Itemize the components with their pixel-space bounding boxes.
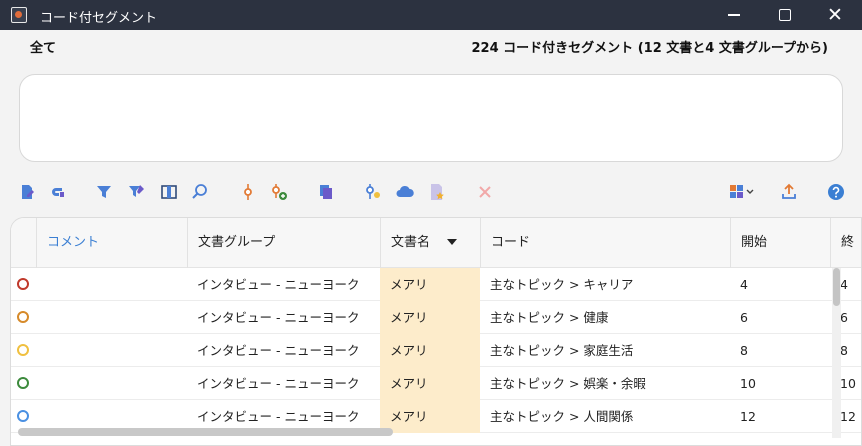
code-color-marker-icon [17,377,29,389]
link-button[interactable] [46,180,70,204]
cloud-icon [396,185,414,197]
copy-icon [320,185,332,199]
cell-code: 主なトピック > 健康 [490,310,609,325]
comment-text-area[interactable] [19,74,843,162]
column-header-document-group[interactable]: 文書グループ [187,218,380,268]
cell-code: 主なトピック > 娯楽・余暇 [490,376,646,391]
code-pin-button[interactable] [236,180,260,204]
table-header: コメント 文書グループ 文書名 コード 開始 終 [11,218,861,268]
document-star-icon [431,184,444,200]
cell-document-group: インタビュー - ニューヨーク [197,376,360,391]
cell-begin: 10 [740,376,756,391]
table-row[interactable]: インタビュー - ニューヨーク メアリ 主なトピック > キャリア 4 4 [11,268,861,301]
scope-label[interactable]: 全て [30,37,56,56]
column-header-end[interactable]: 終 [830,218,861,268]
code-pin-icon [244,184,252,200]
vertical-scrollbar[interactable] [832,268,841,438]
column-header-begin[interactable]: 開始 [730,218,830,268]
cell-code: 主なトピック > 人間関係 [490,409,634,424]
cell-comment [36,301,187,334]
column-header-code[interactable]: コード [480,218,730,268]
close-button[interactable]: ✕ [812,0,858,30]
code-color-marker-icon [17,410,29,422]
coded-segments-table: コメント 文書グループ 文書名 コード 開始 終 インタビュー - ニューヨーク… [10,217,862,446]
filter-settings-icon [129,185,144,197]
export-button[interactable] [777,180,801,204]
code-settings-icon [366,184,380,199]
smart-coding-button[interactable] [726,180,758,204]
export-icon [782,183,796,199]
cell-begin: 6 [740,310,748,325]
filter-icon [97,186,111,198]
table-row[interactable]: インタビュー - ニューヨーク メアリ 主なトピック > 娯楽・余暇 10 10 [11,367,861,400]
maximize-button[interactable] [762,0,808,30]
vertical-scroll-thumb[interactable] [833,268,840,306]
minimize-icon [728,14,740,16]
link-icon [52,188,64,197]
cell-document-name: メアリ [380,301,480,334]
cell-begin: 12 [740,409,756,424]
cell-begin: 4 [740,277,748,292]
horizontal-scroll-thumb[interactable] [18,428,393,436]
code-color-marker-icon [17,311,29,323]
search-icon [192,184,207,199]
table-row[interactable]: インタビュー - ニューヨーク メアリ 主なトピック > 家庭生活 8 8 [11,334,861,367]
cell-begin: 8 [740,343,748,358]
code-color-marker-icon [17,278,29,290]
cell-code: 主なトピック > 家庭生活 [490,343,634,358]
table-row[interactable]: インタビュー - ニューヨーク メアリ 主なトピック > 健康 6 6 [11,301,861,334]
smart-coding-icon [730,185,754,198]
filter-settings-button[interactable] [125,180,149,204]
cloud-button[interactable] [393,180,417,204]
toolbar [0,178,862,206]
code-settings-button[interactable] [361,180,385,204]
column-header-comment[interactable]: コメント [36,218,187,268]
cell-document-group: インタビュー - ニューヨーク [197,310,360,325]
cell-document-name: メアリ [380,334,480,367]
cell-document-name: メアリ [380,367,480,400]
cell-document-group: インタビュー - ニューヨーク [197,277,360,292]
code-color-marker-icon [17,344,29,356]
help-icon [828,184,844,200]
document-edit-button[interactable] [15,180,39,204]
columns-icon [161,185,177,199]
cell-comment [36,367,187,400]
columns-button[interactable] [157,180,181,204]
minimize-button[interactable] [711,0,757,30]
sort-descending-icon [447,239,457,245]
app-icon [11,7,27,23]
document-star-button[interactable] [425,180,449,204]
cell-comment [36,334,187,367]
add-code-icon [272,184,287,200]
column-header-document-name[interactable]: 文書名 [380,218,480,268]
close-icon: ✕ [827,3,843,26]
help-button[interactable] [824,180,848,204]
cell-document-name: メアリ [380,400,480,433]
document-edit-icon [22,185,34,199]
window-title: コード付セグメント [40,11,158,26]
maximize-icon [779,9,791,21]
filter-button[interactable] [92,180,116,204]
copy-button[interactable] [314,180,338,204]
cell-comment [36,268,187,301]
cell-code: 主なトピック > キャリア [490,277,634,292]
search-button[interactable] [188,180,212,204]
delete-icon [479,186,491,198]
title-bar: コード付セグメント ✕ [0,0,862,30]
segment-summary: 224 コード付きセグメント (12 文書と4 文書グループから) [471,41,828,56]
cell-document-name: メアリ [380,268,480,301]
column-header-document-name-label: 文書名 [391,235,431,250]
cell-document-group: インタビュー - ニューヨーク [197,343,360,358]
delete-button[interactable] [473,180,497,204]
add-code-button[interactable] [267,180,291,204]
